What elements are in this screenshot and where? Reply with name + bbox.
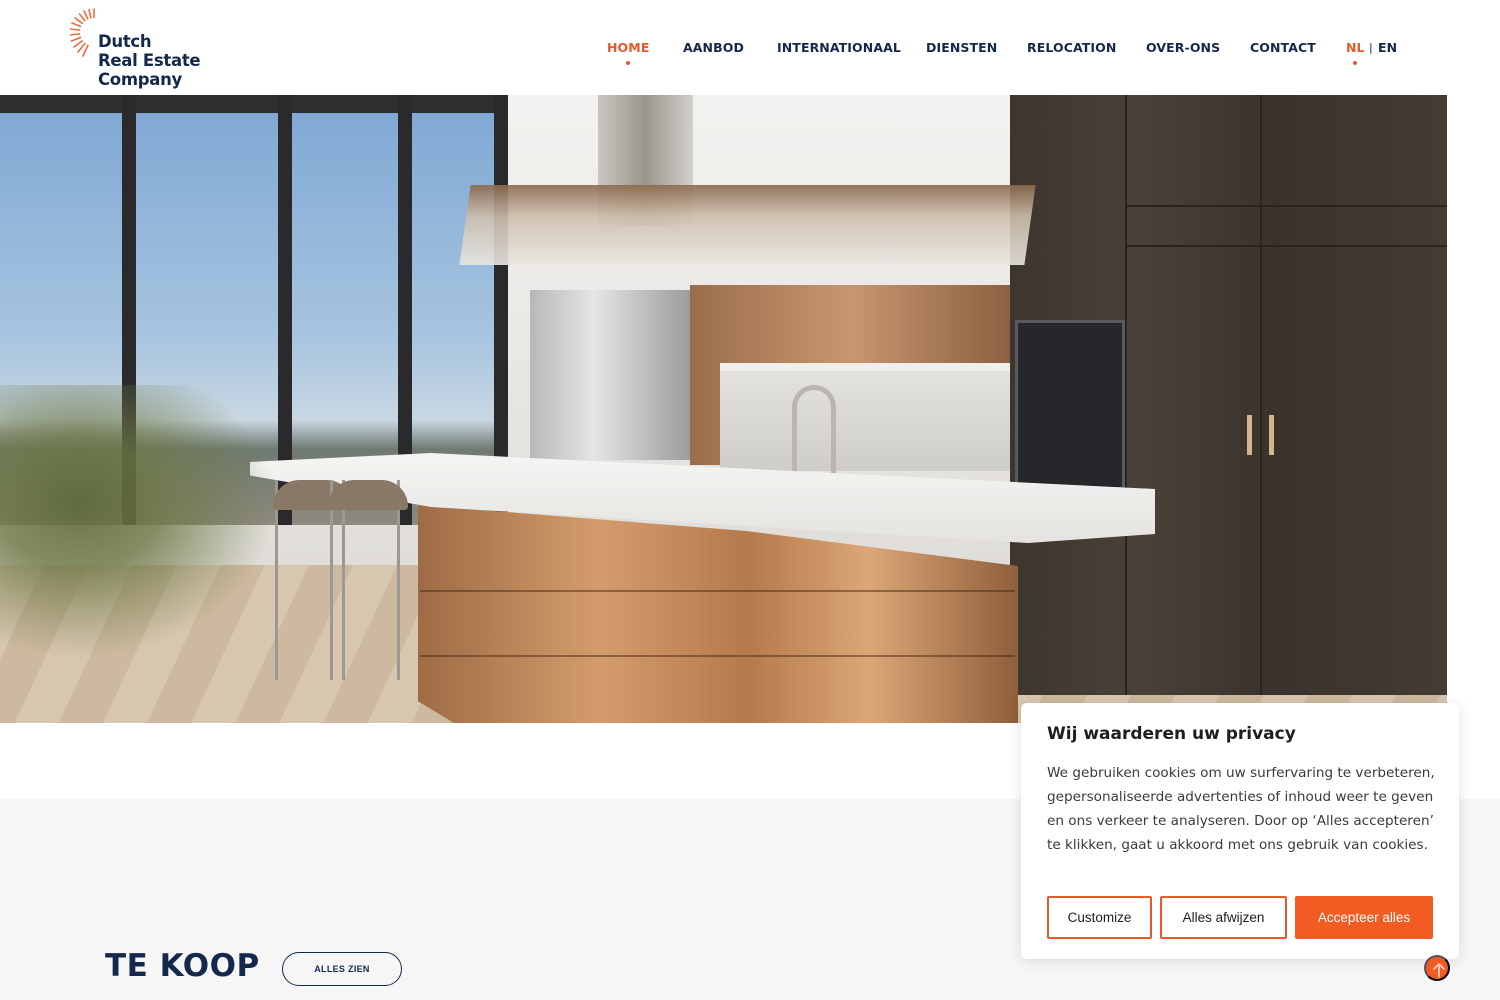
customize-button[interactable]: Customize [1047, 896, 1152, 939]
hero-faucet [792, 385, 836, 480]
hero-island [418, 505, 1018, 723]
nav-item-label: AANBOD [683, 40, 744, 55]
nav-item-internationaal[interactable]: INTERNATIONAAL [777, 40, 901, 55]
nav-item-label: CONTACT [1250, 40, 1316, 55]
hero-cabinet-handle [1247, 415, 1252, 455]
hero-cabinet-seam [1260, 95, 1262, 695]
lang-label: NL [1346, 40, 1365, 55]
hero-hood [459, 185, 1036, 265]
scroll-to-top-button[interactable] [1424, 955, 1450, 981]
main-nav: HOME AANBOD INTERNATIONAAL DIENSTEN RELO… [0, 40, 1500, 70]
nav-item-home[interactable]: HOME [607, 40, 650, 65]
cookie-banner: Wij waarderen uw privacy We gebruiken co… [1021, 703, 1459, 959]
active-indicator-dot [1353, 61, 1358, 65]
hero-island-seam [420, 655, 1015, 657]
hero-marble-wall [720, 371, 1010, 471]
section-title: TE KOOP [105, 948, 260, 984]
cookie-text: We gebruiken cookies om uw surfervaring … [1047, 765, 1435, 853]
hero-island-seam [420, 590, 1015, 592]
nav-item-label: OVER-ONS [1146, 40, 1221, 55]
see-all-button[interactable]: ALLES ZIEN [282, 952, 402, 986]
hero-cabinet-seam [1125, 205, 1447, 207]
lang-label: EN [1378, 40, 1398, 55]
cookie-title: Wij waarderen uw privacy [1047, 724, 1296, 744]
hero-oven [1015, 320, 1125, 490]
lang-separator: | [1369, 41, 1373, 54]
hero-cabinet-seam [1125, 245, 1447, 247]
arrow-up-icon [1433, 963, 1445, 978]
lang-en[interactable]: EN [1378, 40, 1397, 55]
hero-plant [0, 385, 310, 685]
accept-all-button[interactable]: Accepteer alles [1295, 896, 1433, 939]
hero-shelf [720, 363, 1010, 371]
nav-item-relocation[interactable]: RELOCATION [1027, 40, 1116, 55]
reject-all-button[interactable]: Alles afwijzen [1160, 896, 1287, 939]
hero-window-frame [0, 95, 500, 113]
nav-item-label: RELOCATION [1027, 40, 1117, 55]
hero-stool-seat [328, 480, 408, 510]
active-indicator-dot [626, 61, 631, 65]
nav-item-contact[interactable]: CONTACT [1250, 40, 1316, 55]
nav-item-label: DIENSTEN [926, 40, 998, 55]
logo-line-3: Company [98, 70, 182, 89]
nav-item-label: HOME [607, 40, 650, 55]
hero-cabinet-seam [1125, 95, 1127, 695]
hero-cabinet-handle [1269, 415, 1274, 455]
nav-item-aanbod[interactable]: AANBOD [683, 40, 744, 55]
site-header: Dutch Real Estate Company HOME AANBOD IN… [0, 0, 1500, 95]
hero-image [0, 95, 1447, 723]
lang-nl[interactable]: NL [1346, 40, 1365, 65]
hero-stool [328, 480, 408, 680]
hero-fridge [530, 290, 690, 460]
nav-item-label: INTERNATIONAAL [777, 40, 901, 55]
nav-item-diensten[interactable]: DIENSTEN [926, 40, 997, 55]
nav-item-over-ons[interactable]: OVER-ONS [1146, 40, 1220, 55]
